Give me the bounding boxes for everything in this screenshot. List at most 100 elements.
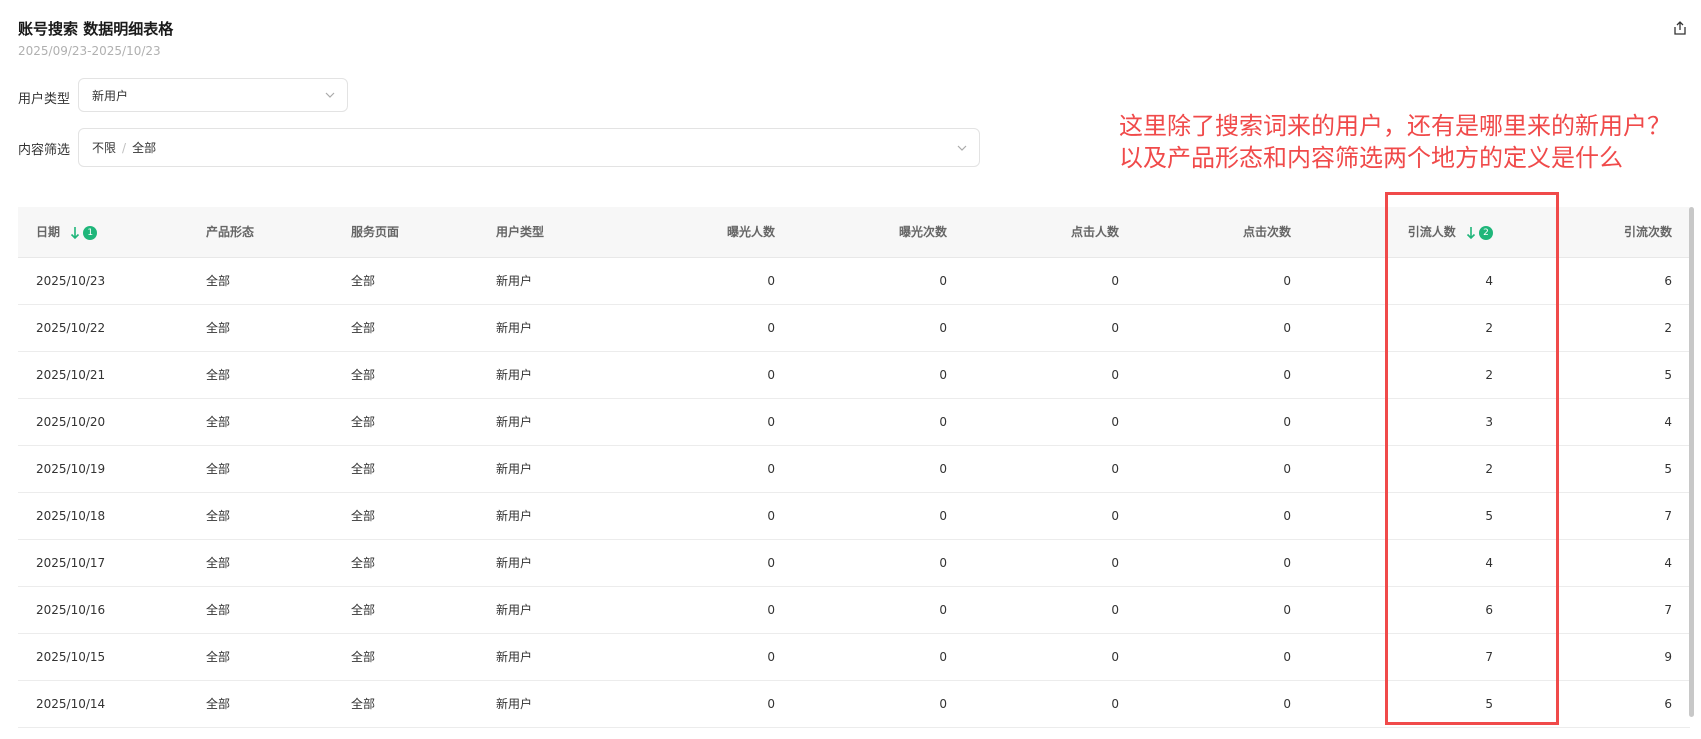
table-cell: 0 <box>623 539 793 587</box>
table-row: 2025/10/23 全部 全部 新用户 0 0 0 0 4 6 <box>18 257 1690 305</box>
table-cell: 5 <box>1511 351 1690 399</box>
user-type-value: 新用户 <box>92 88 129 103</box>
table-cell: 0 <box>623 445 793 493</box>
table-cell: 0 <box>965 492 1137 540</box>
table-cell: 新用户 <box>478 492 623 540</box>
table-cell: 5 <box>1309 680 1511 728</box>
col-header-product-form: 产品形态 <box>188 207 333 258</box>
chevron-down-icon <box>325 92 335 98</box>
table-cell: 全部 <box>188 351 333 399</box>
table-cell: 0 <box>1137 633 1309 681</box>
export-icon[interactable] <box>1672 20 1688 36</box>
table-row: 2025/10/19 全部 全部 新用户 0 0 0 0 2 5 <box>18 445 1690 493</box>
table-cell: 0 <box>1137 398 1309 446</box>
annotation-line-1: 这里除了搜索词来的用户，还有是哪里来的新用户？ <box>1119 112 1671 140</box>
table-cell: 0 <box>1137 445 1309 493</box>
col-header-user-type: 用户类型 <box>478 207 623 258</box>
table-cell: 全部 <box>333 257 478 305</box>
table-cell: 全部 <box>333 304 478 352</box>
table-cell: 7 <box>1511 492 1690 540</box>
table-row: 2025/10/17 全部 全部 新用户 0 0 0 0 4 4 <box>18 539 1690 587</box>
table-cell: 2025/10/20 <box>18 398 188 446</box>
page-title: 账号搜索 数据明细表格 <box>18 20 174 38</box>
table-cell: 2025/10/15 <box>18 633 188 681</box>
table-cell: 全部 <box>188 398 333 446</box>
table-cell: 2025/10/14 <box>18 680 188 728</box>
table-cell: 6 <box>1511 680 1690 728</box>
table-cell: 7 <box>1309 633 1511 681</box>
table-cell: 0 <box>793 539 965 587</box>
table-cell: 0 <box>965 398 1137 446</box>
table-cell: 0 <box>623 492 793 540</box>
content-filter-primary: 不限 <box>92 141 117 155</box>
table-header-row: 日期 1 产品形态 服务页面 用户类型 曝光人数 曝光次数 点击人数 点击次数 … <box>18 207 1690 258</box>
table-cell: 4 <box>1309 257 1511 305</box>
col-header-service-page: 服务页面 <box>333 207 478 258</box>
table-cell: 2025/10/23 <box>18 257 188 305</box>
table-cell: 全部 <box>188 586 333 634</box>
table-cell: 0 <box>793 680 965 728</box>
table-cell: 全部 <box>188 633 333 681</box>
table-cell: 5 <box>1309 492 1511 540</box>
table-cell: 新用户 <box>478 257 623 305</box>
table-row: 2025/10/18 全部 全部 新用户 0 0 0 0 5 7 <box>18 492 1690 540</box>
table-cell: 全部 <box>333 398 478 446</box>
table-cell: 全部 <box>188 304 333 352</box>
table-cell: 新用户 <box>478 633 623 681</box>
table-cell: 新用户 <box>478 539 623 587</box>
table-cell: 2025/10/16 <box>18 586 188 634</box>
table-cell: 0 <box>965 257 1137 305</box>
table-cell: 4 <box>1309 539 1511 587</box>
table-cell: 全部 <box>188 680 333 728</box>
content-filter-secondary: 全部 <box>132 141 157 155</box>
table-cell: 0 <box>623 257 793 305</box>
user-type-select[interactable]: 新用户 <box>78 78 348 112</box>
table-cell: 0 <box>1137 492 1309 540</box>
col-header-exposure-users[interactable]: 曝光人数 <box>623 207 793 258</box>
sort-desc-icon[interactable]: 1 <box>70 225 98 240</box>
table-cell: 9 <box>1511 633 1690 681</box>
table-cell: 新用户 <box>478 304 623 352</box>
table-row: 2025/10/21 全部 全部 新用户 0 0 0 0 2 5 <box>18 351 1690 399</box>
annotation-line-2: 以及产品形态和内容筛选两个地方的定义是什么 <box>1119 144 1623 172</box>
table-cell: 新用户 <box>478 398 623 446</box>
table-cell: 全部 <box>333 633 478 681</box>
table-scrollbar[interactable] <box>1689 207 1694 717</box>
table-cell: 0 <box>623 633 793 681</box>
table-cell: 0 <box>965 445 1137 493</box>
table-row: 2025/10/15 全部 全部 新用户 0 0 0 0 7 9 <box>18 633 1690 681</box>
table-cell: 0 <box>793 633 965 681</box>
table-cell: 2025/10/22 <box>18 304 188 352</box>
table-cell: 新用户 <box>478 586 623 634</box>
table-cell: 4 <box>1511 539 1690 587</box>
table-cell: 0 <box>793 445 965 493</box>
data-table: 日期 1 产品形态 服务页面 用户类型 曝光人数 曝光次数 点击人数 点击次数 … <box>18 207 1690 728</box>
content-filter-separator: / <box>122 140 127 155</box>
table-cell: 新用户 <box>478 680 623 728</box>
col-header-traffic-count[interactable]: 引流次数 <box>1511 207 1690 258</box>
table-cell: 全部 <box>333 539 478 587</box>
table-cell: 0 <box>623 680 793 728</box>
col-header-exposure-count[interactable]: 曝光次数 <box>793 207 965 258</box>
table-cell: 0 <box>965 351 1137 399</box>
table-cell: 2025/10/18 <box>18 492 188 540</box>
sort-desc-icon[interactable]: 2 <box>1466 225 1493 240</box>
col-header-click-users[interactable]: 点击人数 <box>965 207 1137 258</box>
table-cell: 新用户 <box>478 445 623 493</box>
table-cell: 全部 <box>188 257 333 305</box>
table-cell: 2025/10/19 <box>18 445 188 493</box>
col-header-traffic-users[interactable]: 引流人数 2 <box>1309 207 1511 258</box>
content-filter-select[interactable]: 不限 / 全部 <box>78 128 980 167</box>
table-cell: 0 <box>965 680 1137 728</box>
sort-order-badge: 1 <box>83 225 98 240</box>
col-header-click-count[interactable]: 点击次数 <box>1137 207 1309 258</box>
table-cell: 0 <box>1137 586 1309 634</box>
table-row: 2025/10/22 全部 全部 新用户 0 0 0 0 2 2 <box>18 304 1690 352</box>
col-header-date[interactable]: 日期 1 <box>18 207 188 258</box>
table-cell: 0 <box>965 633 1137 681</box>
table-cell: 0 <box>965 539 1137 587</box>
table-row: 2025/10/14 全部 全部 新用户 0 0 0 0 5 6 <box>18 680 1690 728</box>
table-row: 2025/10/20 全部 全部 新用户 0 0 0 0 3 4 <box>18 398 1690 446</box>
table-cell: 新用户 <box>478 351 623 399</box>
table-cell: 全部 <box>188 539 333 587</box>
